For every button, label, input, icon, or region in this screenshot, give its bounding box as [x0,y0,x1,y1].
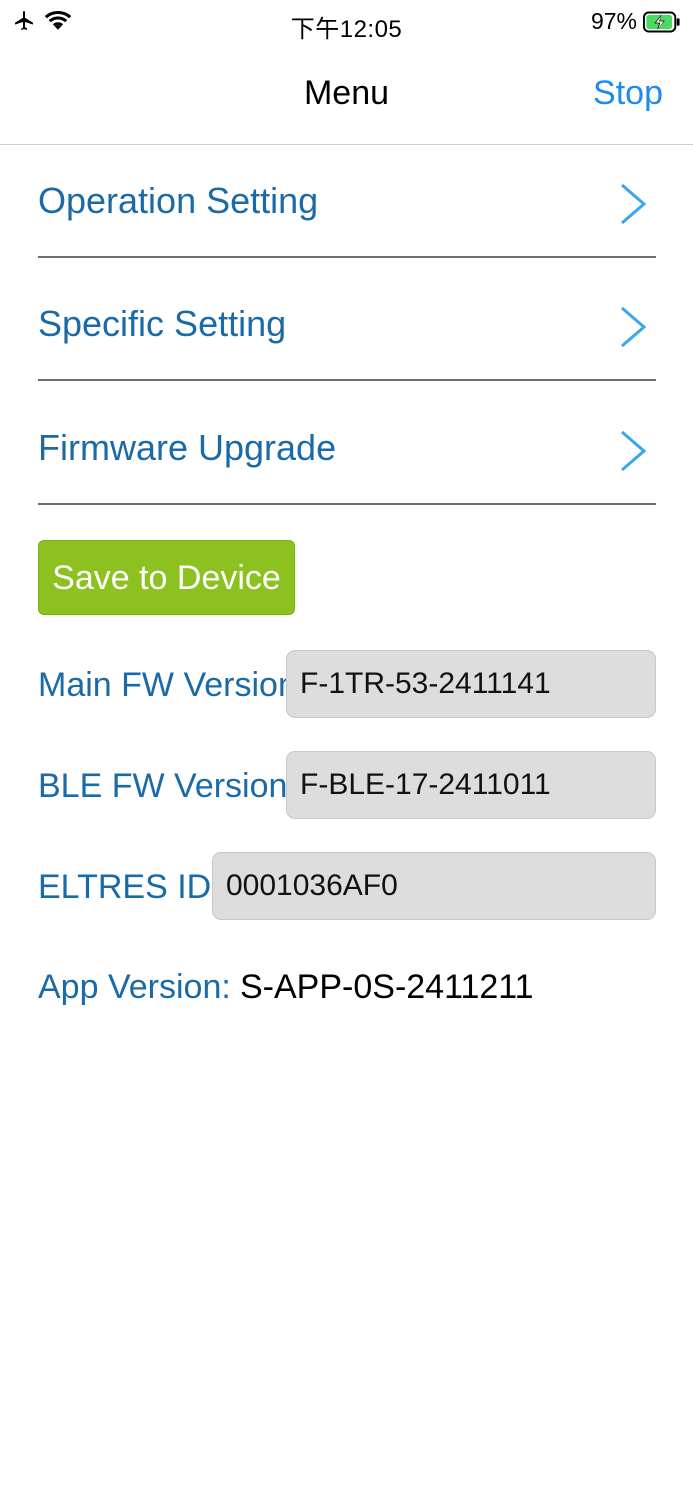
status-right: 97% [591,8,681,35]
menu-screen: 下午12:05 97% Menu Stop Operation Setting … [0,0,693,1500]
menu-item-firmware-upgrade[interactable]: Firmware Upgrade [38,383,656,505]
eltres-id-field: 0001036AF0 [212,852,656,920]
app-version-label: App Version: [38,968,231,1006]
eltres-id-label: ELTRES ID: [38,868,221,906]
main-fw-version-label: Main FW Version: [38,666,307,704]
main-fw-version-field: F-1TR-53-2411141 [286,650,656,718]
chevron-right-icon [621,430,647,472]
menu-item-label: Operation Setting [38,180,319,221]
nav-bar: Menu Stop [0,48,693,145]
page-title: Menu [303,74,390,112]
chevron-right-icon [621,183,647,225]
battery-percent: 97% [590,8,637,34]
save-to-device-button[interactable]: Save to Device [38,540,295,615]
menu-item-label: Firmware Upgrade [38,427,337,468]
menu-item-operation-setting[interactable]: Operation Setting [38,136,656,258]
ble-fw-version-field: F-BLE-17-2411011 [286,751,656,819]
menu-item-specific-setting[interactable]: Specific Setting [38,259,656,381]
stop-button[interactable]: Stop [593,74,663,113]
status-bar: 下午12:05 97% [0,0,693,48]
app-version-value: S-APP-0S-2411211 [240,968,534,1006]
battery-charging-icon [643,11,680,32]
status-time: 下午12:05 [290,16,403,43]
menu-item-label: Specific Setting [38,303,287,344]
chevron-right-icon [621,306,647,348]
ble-fw-version-label: BLE FW Version: [38,767,297,805]
